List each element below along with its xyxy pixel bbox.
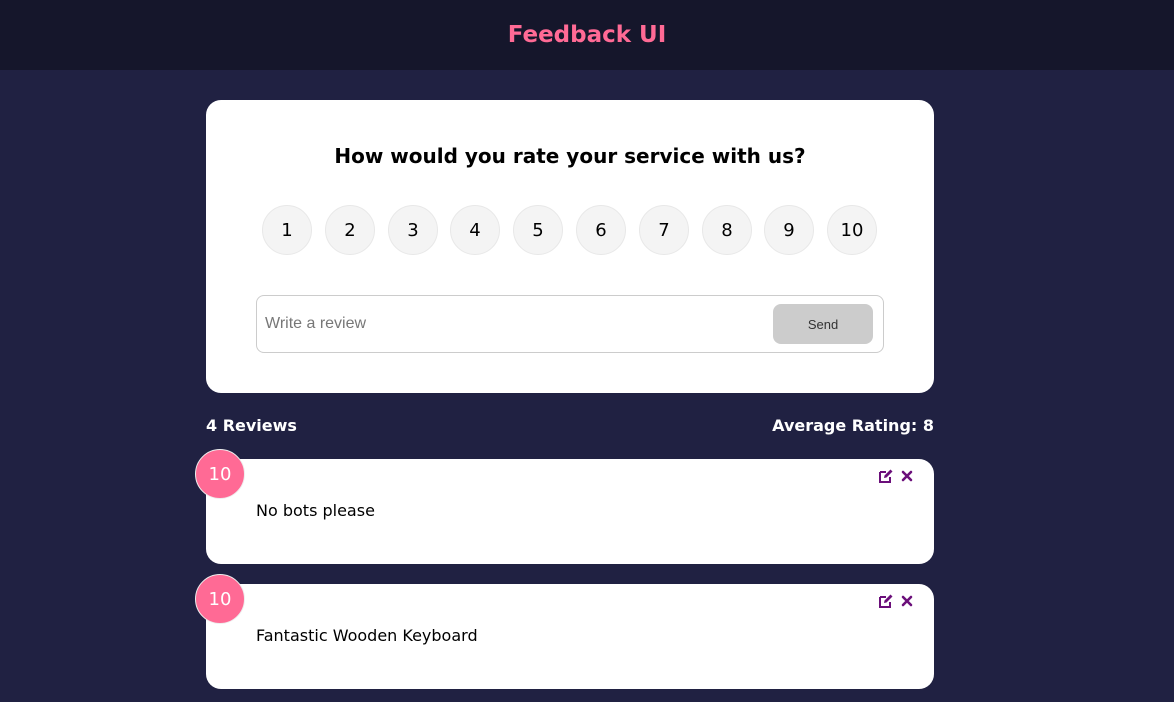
review-rating-badge: 10 (195, 449, 245, 499)
review-card: 10 Fantastic Wooden Keyboard (195, 574, 934, 689)
review-input[interactable] (265, 310, 755, 338)
review-text: No bots please (256, 501, 375, 520)
edit-icon[interactable] (878, 468, 894, 484)
close-icon[interactable] (900, 468, 914, 484)
rating-option-7[interactable]: 7 (639, 205, 689, 255)
rating-option-6[interactable]: 6 (576, 205, 626, 255)
rating-option-9[interactable]: 9 (764, 205, 814, 255)
rating-option-4[interactable]: 4 (450, 205, 500, 255)
review-rating-badge: 10 (195, 574, 245, 624)
rating-option-5[interactable]: 5 (513, 205, 563, 255)
app-title: Feedback UI (507, 22, 667, 48)
app-header: Feedback UI (0, 0, 1174, 70)
review-card: 10 No bots please (195, 449, 934, 564)
review-text: Fantastic Wooden Keyboard (256, 626, 478, 645)
rating-option-3[interactable]: 3 (388, 205, 438, 255)
rating-option-2[interactable]: 2 (325, 205, 375, 255)
feedback-form-card: How would you rate your service with us?… (206, 100, 934, 393)
review-count: 4 Reviews (206, 416, 297, 435)
rating-question: How would you rate your service with us? (334, 144, 806, 168)
review-input-group: Send (256, 295, 884, 353)
review-stats: 4 Reviews Average Rating: 8 (206, 416, 934, 438)
rating-option-8[interactable]: 8 (702, 205, 752, 255)
rating-option-10[interactable]: 10 (827, 205, 877, 255)
rating-option-1[interactable]: 1 (262, 205, 312, 255)
average-rating: Average Rating: 8 (772, 416, 934, 435)
rating-options: 1 2 3 4 5 6 7 8 9 10 (262, 205, 878, 255)
send-button[interactable]: Send (773, 304, 873, 344)
close-icon[interactable] (900, 593, 914, 609)
edit-icon[interactable] (878, 593, 894, 609)
